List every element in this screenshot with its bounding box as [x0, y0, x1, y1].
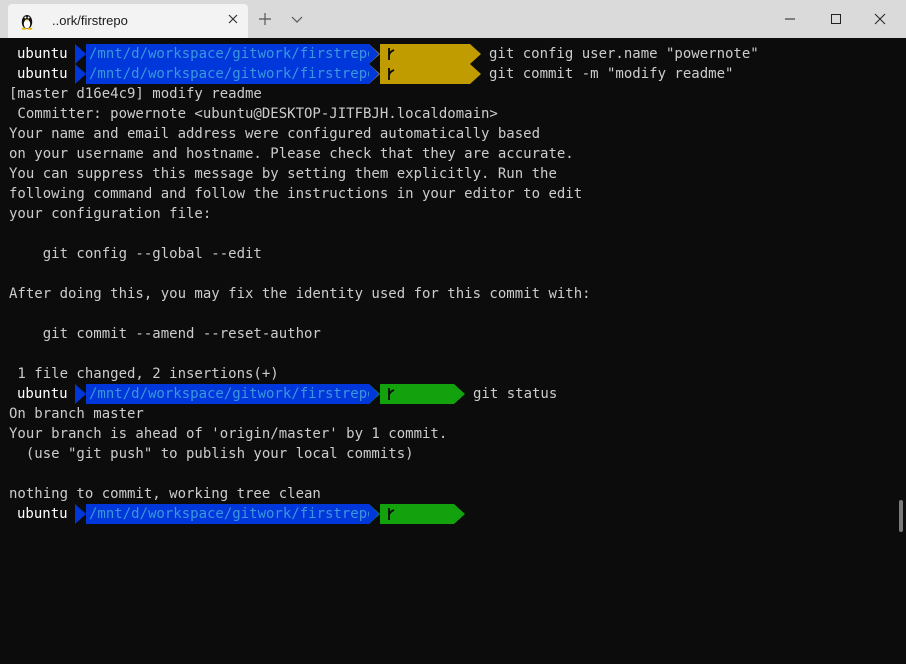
- output-line: your configuration file:: [0, 204, 896, 224]
- powerline-separator-icon: [470, 44, 481, 64]
- git-branch-icon: [388, 68, 395, 80]
- output-line: nothing to commit, working tree clean: [0, 484, 896, 504]
- output-text: (use "git push" to publish your local co…: [9, 446, 414, 462]
- prompt-branch: master +: [380, 64, 470, 142]
- prompt-line: ubuntu /mnt/d/workspace/gitwork/firstrep…: [0, 384, 896, 442]
- output-text: git commit --amend --reset-author: [9, 326, 321, 342]
- prompt-path: /mnt/d/workspace/gitwork/firstrepo: [86, 384, 376, 404]
- git-branch-icon: [388, 48, 395, 60]
- output-line: 1 file changed, 2 insertions(+): [0, 364, 896, 384]
- tab-dropdown-button[interactable]: [284, 0, 310, 38]
- command-text: git status: [473, 386, 558, 402]
- git-branch-icon: [388, 388, 395, 400]
- output-text: After doing this, you may fix the identi…: [9, 286, 591, 302]
- output-line: following command and follow the instruc…: [0, 184, 896, 204]
- output-text: nothing to commit, working tree clean: [9, 486, 321, 502]
- terminal-output[interactable]: ubuntu /mnt/d/workspace/gitwork/firstrep…: [0, 38, 896, 562]
- prompt-branch: master: [380, 384, 454, 442]
- maximize-icon: [831, 14, 841, 24]
- powerline-separator-icon: [369, 384, 380, 404]
- powerline-separator-icon: [75, 64, 86, 84]
- close-window-icon: [874, 13, 886, 25]
- git-branch-icon: [388, 508, 395, 520]
- prompt-line: ubuntu /mnt/d/workspace/gitwork/firstrep…: [0, 504, 896, 562]
- output-line: [master d16e4c9] modify readme: [0, 84, 896, 104]
- powerline-separator-icon: [75, 44, 86, 64]
- output-line: After doing this, you may fix the identi…: [0, 284, 896, 304]
- plus-icon: [259, 13, 271, 25]
- powerline-separator-icon: [369, 504, 380, 524]
- output-text: on your username and hostname. Please ch…: [9, 146, 574, 162]
- output-text: your configuration file:: [9, 206, 212, 222]
- prompt-user: ubuntu: [9, 64, 83, 84]
- powerline-separator-icon: [369, 44, 380, 64]
- tab-title: ..ork/firstrepo: [52, 13, 128, 28]
- prompt-line: ubuntu /mnt/d/workspace/gitwork/firstrep…: [0, 44, 896, 122]
- command-text: git config user.name "powernote": [489, 46, 759, 62]
- tab-terminal[interactable]: ..ork/firstrepo: [8, 4, 248, 38]
- output-text: git config --global --edit: [9, 246, 262, 262]
- maximize-button[interactable]: [814, 0, 858, 38]
- prompt-branch: master: [380, 504, 454, 562]
- powerline-separator-icon: [470, 64, 481, 84]
- powerline-separator-icon: [454, 504, 465, 524]
- prompt-branch: master +: [380, 44, 470, 122]
- close-window-button[interactable]: [858, 0, 902, 38]
- output-text: following command and follow the instruc…: [9, 186, 583, 202]
- title-bar: ..ork/firstrepo: [0, 0, 906, 38]
- powerline-separator-icon: [75, 384, 86, 404]
- prompt-path: /mnt/d/workspace/gitwork/firstrepo: [86, 504, 376, 524]
- output-line: Your branch is ahead of 'origin/master' …: [0, 424, 896, 444]
- command-text: git commit -m "modify readme": [489, 66, 734, 82]
- output-line: git commit --amend --reset-author: [0, 324, 896, 344]
- scrollbar[interactable]: [896, 38, 906, 534]
- output-line: Your name and email address were configu…: [0, 124, 896, 144]
- prompt-user: ubuntu: [9, 504, 83, 524]
- close-icon[interactable]: [226, 12, 240, 26]
- prompt-user: ubuntu: [9, 384, 83, 404]
- powerline-separator-icon: [369, 64, 380, 84]
- output-text: 1 file changed, 2 insertions(+): [9, 366, 279, 382]
- branch-name: master: [400, 546, 451, 562]
- output-line: (use "git push" to publish your local co…: [0, 444, 896, 464]
- output-text: You can suppress this message by setting…: [9, 166, 557, 182]
- prompt-path: /mnt/d/workspace/gitwork/firstrepo: [86, 44, 376, 64]
- output-line: Committer: powernote <ubuntu@DESKTOP-JIT…: [0, 104, 896, 124]
- prompt-line: ubuntu /mnt/d/workspace/gitwork/firstrep…: [0, 64, 896, 142]
- output-line: You can suppress this message by setting…: [0, 164, 896, 184]
- chevron-down-icon: [291, 16, 303, 23]
- new-tab-button[interactable]: [252, 0, 278, 38]
- prompt-path: /mnt/d/workspace/gitwork/firstrepo: [86, 64, 376, 84]
- output-line: git config --global --edit: [0, 244, 896, 264]
- output-text: Your branch is ahead of 'origin/master' …: [9, 426, 448, 442]
- output-text: On branch master: [9, 406, 144, 422]
- prompt-user: ubuntu: [9, 44, 83, 64]
- minimize-button[interactable]: [768, 0, 812, 38]
- scrollbar-thumb[interactable]: [899, 500, 903, 532]
- output-text: Committer: powernote <ubuntu@DESKTOP-JIT…: [9, 106, 498, 122]
- output-line: On branch master: [0, 404, 896, 424]
- output-text: [master d16e4c9] modify readme: [9, 86, 262, 102]
- linux-penguin-icon: [21, 15, 33, 30]
- powerline-separator-icon: [454, 384, 465, 404]
- powerline-separator-icon: [75, 504, 86, 524]
- output-line: on your username and hostname. Please ch…: [0, 144, 896, 164]
- output-text: Your name and email address were configu…: [9, 126, 541, 142]
- minimize-icon: [785, 18, 795, 20]
